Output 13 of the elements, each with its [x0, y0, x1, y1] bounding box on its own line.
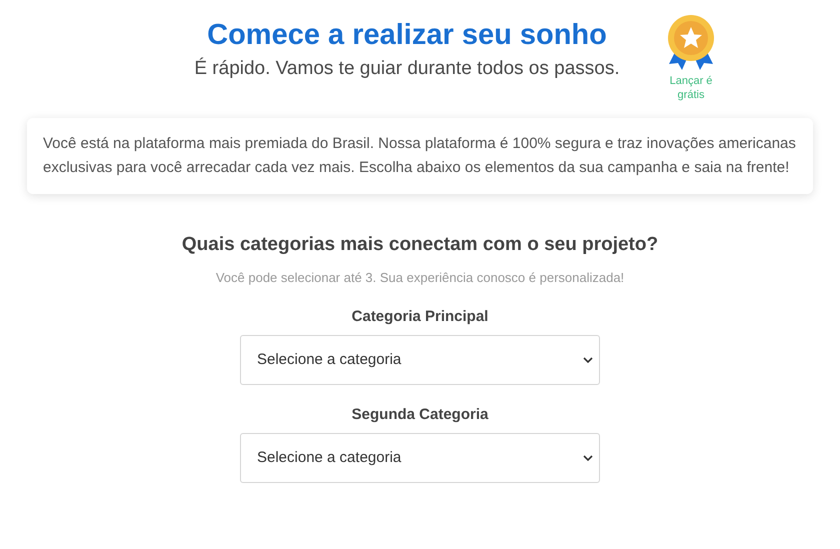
field-label: Segunda Categoria: [352, 405, 488, 425]
intro-text: Você está na plataforma mais premiada do Brasil. Nossa plataforma é 100% segura e traz inovações americanas exclusivas para você arrecadar cada vez mais. Escolha abaixo os elementos da sua campanha e saia na frente!: [43, 134, 797, 178]
category-select[interactable]: Selecione a categoria: [240, 335, 600, 385]
chevron-down-icon: [583, 455, 593, 461]
medal-icon: [665, 14, 717, 72]
category-select[interactable]: Selecione a categoria: [240, 433, 600, 483]
page-subtitle: É rápido. Vamos te guiar durante todos os passos.: [194, 56, 620, 81]
categories-heading: Quais categorias mais conectam com o seu projeto?: [182, 233, 658, 257]
field-label: Categoria Principal: [352, 307, 488, 327]
badge-label: Lançar é grátis: [668, 74, 714, 102]
page-title: Comece a realizar seu sonho: [207, 18, 607, 53]
categories-hint: Você pode selecionar até 3. Sua experiência conosco é personalizada!: [216, 269, 624, 287]
chevron-down-icon: [583, 357, 593, 363]
